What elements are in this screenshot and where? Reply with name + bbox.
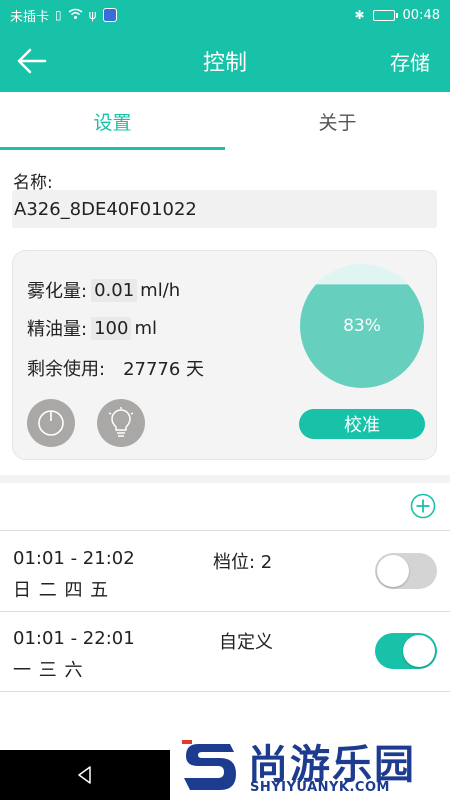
watermark-url: SHYIYUANYK.COM (250, 780, 390, 795)
schedule-toggle[interactable] (375, 633, 437, 669)
schedule-toggle[interactable] (375, 553, 437, 589)
clock: 00:48 (402, 7, 440, 23)
toggle-knob (403, 635, 435, 667)
remaining-label: 剩余使用: (27, 359, 106, 380)
nav-back-icon[interactable] (74, 764, 96, 786)
system-nav-bar (0, 750, 170, 800)
device-card: 雾化量: 0.01 ml/h 精油量: 100 ml 剩余使用: 27776 天… (12, 250, 437, 460)
schedule-days: 一 三 六 (13, 660, 84, 681)
lightbulb-icon (108, 407, 134, 437)
toolbar: 控制 存储 (0, 30, 450, 92)
watermark: 尚游乐园 SHYIYUANYK.COM (170, 730, 450, 800)
tab-bar: 设置 关于 (0, 92, 450, 150)
level-percent: 83% (343, 316, 381, 336)
carrier-text: 未插卡 (10, 9, 50, 25)
tab-settings[interactable]: 设置 (0, 92, 225, 150)
page-title: 控制 (202, 51, 247, 76)
oil-row: 精油量: 100 ml (27, 315, 157, 341)
schedule-item[interactable]: 01:01 - 22:01 自定义 一 三 六 (0, 612, 450, 692)
settings-panel: 名称: A326_8DE40F01022 雾化量: 0.01 ml/h 精油量:… (0, 150, 450, 750)
oil-input[interactable]: 100 (91, 316, 132, 340)
atomization-label: 雾化量: (27, 281, 88, 302)
atomization-unit: ml/h (140, 279, 181, 301)
add-schedule-button[interactable] (410, 493, 436, 519)
battery-icon (372, 9, 398, 21)
wifi-icon (68, 8, 83, 22)
status-bar: 未插卡 ▯ ψ ✱ 00:48 (0, 0, 450, 30)
bluetooth-icon: ✱ (354, 8, 365, 22)
toggle-knob (377, 555, 409, 587)
schedule-mode: 档位: 2 (213, 552, 273, 573)
oil-label: 精油量: (27, 319, 88, 340)
tab-about[interactable]: 关于 (225, 92, 450, 150)
watermark-logo (182, 740, 236, 790)
remaining-row: 剩余使用: 27776 天 (27, 355, 204, 381)
remaining-value: 27776 天 (123, 359, 205, 380)
arrow-left-icon (17, 48, 47, 74)
calibrate-button[interactable]: 校准 (299, 409, 425, 439)
schedule-time: 01:01 - 22:01 (13, 628, 135, 649)
save-button[interactable]: 存储 (390, 47, 430, 76)
schedule-header (0, 483, 450, 531)
back-button[interactable] (0, 30, 64, 92)
power-icon (38, 410, 64, 436)
power-button[interactable] (27, 399, 75, 447)
light-button[interactable] (97, 399, 145, 447)
app-notification-icon (102, 8, 117, 22)
sim-icon: ▯ (55, 8, 62, 22)
oil-unit: ml (134, 317, 157, 339)
atomization-row: 雾化量: 0.01 ml/h (27, 277, 180, 303)
usb-icon: ψ (88, 8, 97, 22)
section-divider (0, 475, 450, 483)
atomization-input[interactable]: 0.01 (91, 278, 138, 302)
schedule-item[interactable]: 01:01 - 21:02 档位: 2 日 二 四 五 (0, 532, 450, 612)
schedule-days: 日 二 四 五 (13, 580, 110, 601)
name-field[interactable]: A326_8DE40F01022 (12, 190, 437, 228)
schedule-mode: 自定义 (219, 632, 273, 653)
schedule-time: 01:01 - 21:02 (13, 548, 135, 569)
